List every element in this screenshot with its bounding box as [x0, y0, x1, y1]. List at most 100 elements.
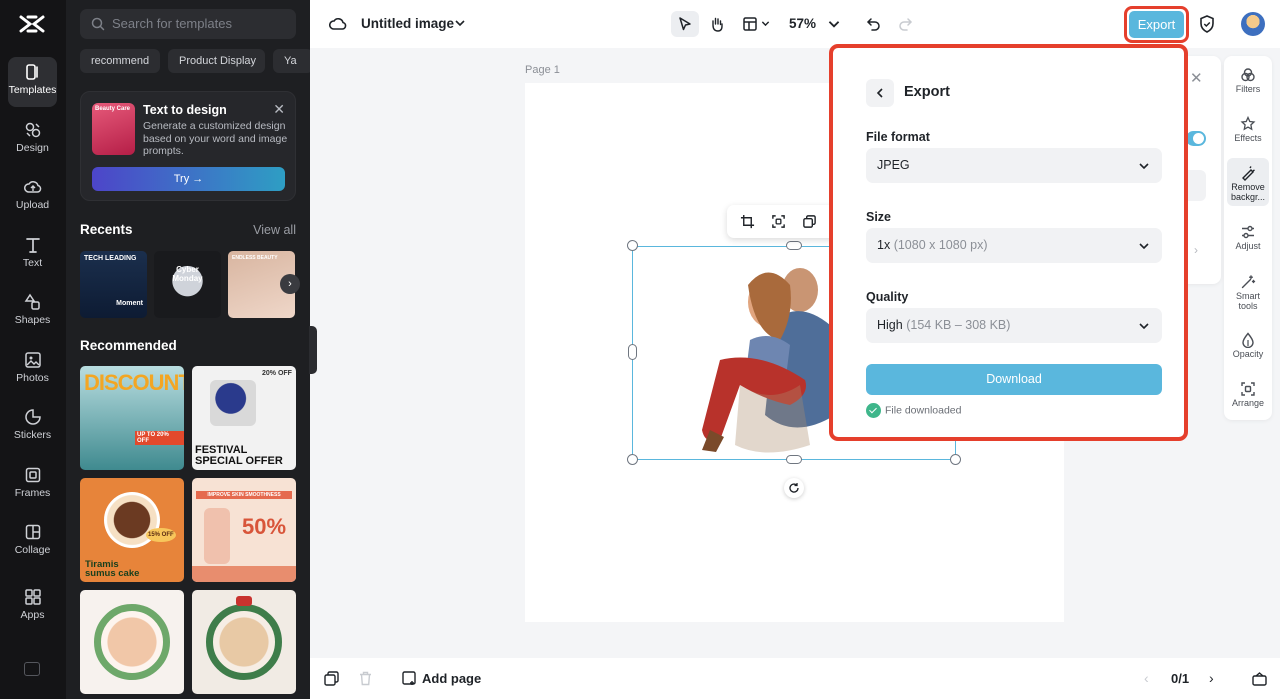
recent-line: ENDLESS BEAUTY [232, 255, 278, 261]
replace-icon[interactable] [771, 214, 786, 229]
keyboard-icon[interactable] [24, 662, 40, 676]
rail-item-label: Photos [16, 372, 49, 384]
rail-item-templates[interactable]: Templates [8, 57, 57, 107]
view-all-link[interactable]: View all [253, 223, 296, 237]
crop-icon[interactable] [740, 214, 755, 229]
resize-handle-bottom[interactable] [786, 455, 802, 464]
tool-arrange[interactable]: Arrange [1227, 374, 1269, 413]
chip-product-display[interactable]: Product Display [168, 49, 265, 73]
rail-item-collage[interactable]: Collage [8, 517, 57, 567]
hand-icon [712, 17, 723, 32]
chevron-right-icon[interactable]: › [1194, 243, 1198, 257]
template-card[interactable]: IMPROVE SKIN SMOOTHNESS 50% [192, 478, 296, 582]
resize-handle-top[interactable] [786, 241, 802, 250]
context-toolbar [727, 205, 837, 238]
tool-opacity[interactable]: Opacity [1227, 325, 1269, 364]
tool-label: Opacity [1232, 349, 1264, 359]
rail-item-upload[interactable]: Upload [8, 172, 57, 222]
quality-label: Quality [866, 290, 909, 304]
size-detail: (1080 x 1080 px) [893, 238, 988, 252]
tool-adjust[interactable]: Adjust [1227, 217, 1269, 256]
rail-item-photos[interactable]: Photos [8, 345, 57, 395]
template-card[interactable]: 15% OFF Tiramis sumus cake [80, 478, 184, 582]
chip-more[interactable]: Ya [273, 49, 310, 73]
redo-button[interactable] [891, 11, 919, 37]
rail-item-shapes[interactable]: Shapes [8, 287, 57, 337]
chevron-left-icon[interactable]: ‹ [1144, 670, 1149, 686]
shield-icon[interactable] [1198, 14, 1216, 34]
page-label: Page 1 [525, 64, 560, 76]
layout-menu-button[interactable] [736, 11, 774, 37]
back-button[interactable] [866, 79, 894, 107]
tool-smart-tools[interactable]: Smart tools [1227, 267, 1269, 315]
tool-remove-background[interactable]: Remove backgr... [1227, 158, 1269, 206]
export-panel-body: Export File format JPEG Size 1x (1080 x … [837, 52, 1180, 433]
chevron-down-icon[interactable] [453, 16, 467, 30]
document-title[interactable]: Untitled image [361, 16, 454, 31]
template-card[interactable]: 20% OFF FESTIVAL SPECIAL OFFER [192, 366, 296, 470]
avatar[interactable] [1241, 12, 1265, 36]
close-icon[interactable]: ✕ [273, 101, 285, 118]
template-card[interactable] [80, 590, 184, 694]
right-toolstrip: Filters Effects Remove backgr... Adjust … [1224, 56, 1272, 420]
chevron-right-icon[interactable]: › [280, 274, 300, 294]
duplicate-page-icon[interactable] [324, 671, 339, 686]
property-field[interactable] [1186, 170, 1206, 201]
export-panel: Export File format JPEG Size 1x (1080 x … [829, 44, 1188, 441]
size-value: 1x [877, 238, 891, 252]
resize-handle-top-left[interactable] [627, 240, 638, 251]
template-badge: UP TO 20% OFF [135, 431, 184, 445]
pages-panel-icon[interactable] [1252, 671, 1267, 686]
resize-handle-bottom-right[interactable] [950, 454, 961, 465]
rail-item-label: Templates [8, 84, 57, 96]
capcut-logo-icon[interactable] [17, 10, 47, 38]
resize-handle-bottom-left[interactable] [627, 454, 638, 465]
trash-icon[interactable] [358, 671, 373, 686]
chevron-down-icon [1139, 163, 1149, 170]
rail-item-frames[interactable]: Frames [8, 460, 57, 510]
property-toggle[interactable] [1186, 131, 1206, 146]
rotate-handle[interactable] [784, 478, 804, 498]
try-button[interactable]: Try → [92, 167, 285, 191]
add-page-button[interactable]: Add page [422, 671, 481, 686]
collapse-panel-handle[interactable] [309, 326, 317, 374]
rail-item-design[interactable]: Design [8, 115, 57, 165]
template-badge: 15% OFF [146, 528, 176, 542]
resize-handle-left[interactable] [628, 344, 637, 360]
search-input[interactable]: Search for templates [80, 9, 296, 39]
search-icon [91, 17, 105, 31]
undo-button[interactable] [860, 11, 888, 37]
page-counter: 0/1 [1171, 671, 1190, 686]
chip-recommend[interactable]: recommend [80, 49, 160, 73]
hand-tool-button[interactable] [703, 11, 731, 37]
recent-template[interactable]: Cyber Monday [154, 251, 221, 318]
check-circle-icon [866, 403, 881, 418]
rail-item-stickers[interactable]: Stickers [8, 402, 57, 452]
tool-effects[interactable]: Effects [1227, 109, 1269, 148]
chevron-right-icon[interactable]: › [1209, 670, 1214, 686]
close-icon[interactable]: ✕ [1190, 69, 1203, 87]
duplicate-icon[interactable] [802, 214, 817, 229]
select-tool-button[interactable] [671, 11, 699, 37]
template-footer [192, 566, 296, 582]
cloud-icon[interactable] [329, 15, 347, 33]
recent-template[interactable]: TECH LEADING Moment [80, 251, 147, 318]
quality-select[interactable]: High (154 KB – 308 KB) [866, 308, 1162, 343]
zoom-menu-button[interactable] [820, 11, 848, 37]
download-button[interactable]: Download [866, 364, 1162, 395]
tool-filters[interactable]: Filters [1227, 60, 1269, 99]
template-card[interactable]: DISCOUNT UP TO 20% OFF [80, 366, 184, 470]
zoom-level[interactable]: 57% [789, 16, 816, 31]
top-bar: Untitled image 57% Export [310, 0, 1280, 48]
add-page-icon[interactable] [402, 671, 417, 686]
export-title: Export [904, 84, 950, 100]
template-card[interactable] [192, 590, 296, 694]
rail-item-apps[interactable]: Apps [8, 582, 57, 632]
export-button[interactable]: Export [1129, 11, 1184, 38]
rail-item-label: Collage [14, 544, 51, 556]
size-select[interactable]: 1x (1080 x 1080 px) [866, 228, 1162, 263]
rail-item-text[interactable]: Text [8, 230, 57, 280]
file-format-select[interactable]: JPEG [866, 148, 1162, 183]
adjust-icon [1242, 225, 1254, 239]
opacity-icon [1242, 332, 1254, 348]
